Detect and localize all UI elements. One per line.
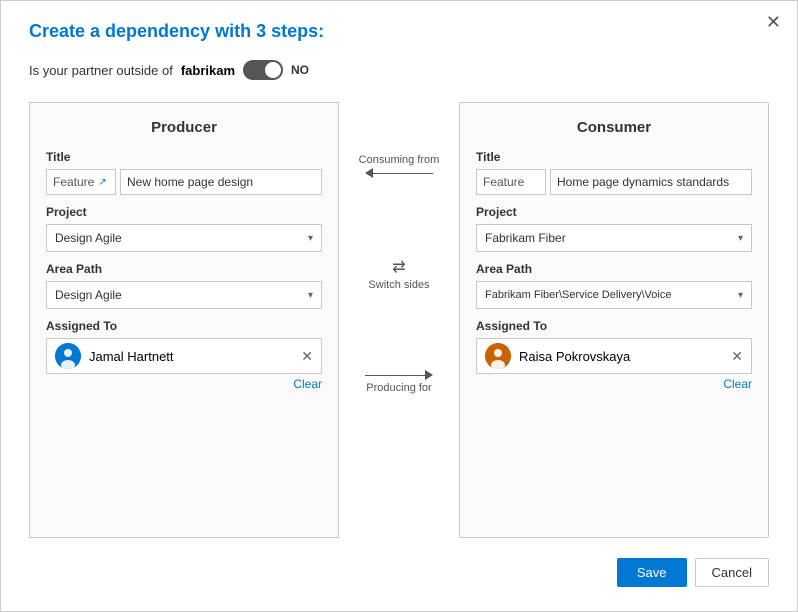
- consumer-title-row: Feature Home page dynamics standards: [476, 169, 752, 195]
- arrow-head-left: [365, 168, 373, 178]
- producer-avatar: [55, 343, 81, 369]
- consuming-from-block: Consuming from: [359, 154, 440, 178]
- producer-title-type-icon: ↗: [98, 177, 106, 188]
- consumer-assigned-box: Raisa Pokrovskaya ✕: [476, 338, 752, 374]
- consumer-area-path-value: Fabrikam Fiber\Service Delivery\Voice: [485, 289, 671, 301]
- consumer-area-path-select[interactable]: Fabrikam Fiber\Service Delivery\Voice ▾: [476, 281, 752, 309]
- outside-partner-toggle[interactable]: [243, 60, 283, 80]
- producer-project-value: Design Agile: [55, 231, 122, 245]
- consumer-project-value: Fabrikam Fiber: [485, 231, 566, 245]
- consumer-title-value[interactable]: Home page dynamics standards: [550, 169, 752, 195]
- producer-assigned-inner: Jamal Hartnett: [55, 343, 174, 369]
- producing-for-label: Producing for: [366, 382, 431, 394]
- producer-title-type[interactable]: Feature ↗: [46, 169, 116, 195]
- arrow-line-producing: [365, 375, 425, 376]
- cancel-button[interactable]: Cancel: [695, 558, 769, 587]
- close-button[interactable]: ✕: [766, 13, 781, 31]
- switch-sides-icon: ⇄: [392, 257, 405, 277]
- producer-clear-link[interactable]: Clear: [293, 377, 322, 391]
- consumer-clear-assigned-button[interactable]: ✕: [731, 348, 743, 365]
- consumer-clear-link[interactable]: Clear: [723, 377, 752, 391]
- partner-label-prefix: Is your partner outside of: [29, 63, 173, 78]
- create-dependency-dialog: ✕ Create a dependency with 3 steps: Is y…: [0, 0, 798, 612]
- arrow-head-right: [425, 370, 433, 380]
- consumer-assigned-name: Raisa Pokrovskaya: [519, 349, 630, 364]
- switch-sides-label: Switch sides: [368, 279, 429, 291]
- middle-area: Consuming from ⇄ Switch sides Producing …: [339, 102, 459, 538]
- partner-row: Is your partner outside of fabrikam NO: [29, 60, 769, 80]
- consumer-project-label: Project: [476, 205, 752, 219]
- producer-panel-title: Producer: [46, 119, 322, 136]
- producer-assigned-box: Jamal Hartnett ✕: [46, 338, 322, 374]
- consuming-from-label: Consuming from: [359, 154, 440, 166]
- producer-title-label: Title: [46, 150, 322, 164]
- save-button[interactable]: Save: [617, 558, 687, 587]
- consuming-arrow: [365, 168, 433, 178]
- consumer-title-label: Title: [476, 150, 752, 164]
- consumer-project-chevron: ▾: [738, 233, 743, 244]
- switch-sides-block[interactable]: ⇄ Switch sides: [368, 257, 429, 291]
- consumer-title-type[interactable]: Feature: [476, 169, 546, 195]
- consumer-project-select[interactable]: Fabrikam Fiber ▾: [476, 224, 752, 252]
- producer-project-select[interactable]: Design Agile ▾: [46, 224, 322, 252]
- arrow-line-consuming: [373, 173, 433, 174]
- toggle-state-label: NO: [291, 63, 309, 77]
- columns-area: Producer Title Feature ↗ New home page d…: [29, 102, 769, 538]
- producer-assigned-label: Assigned To: [46, 319, 322, 333]
- producer-title-value[interactable]: New home page design: [120, 169, 322, 195]
- producer-project-chevron: ▾: [308, 233, 313, 244]
- producer-area-path-label: Area Path: [46, 262, 322, 276]
- producer-panel: Producer Title Feature ↗ New home page d…: [29, 102, 339, 538]
- producer-area-path-chevron: ▾: [308, 290, 313, 301]
- footer: Save Cancel: [29, 558, 769, 587]
- consumer-assigned-label: Assigned To: [476, 319, 752, 333]
- consumer-panel: Consumer Title Feature Home page dynamic…: [459, 102, 769, 538]
- consumer-assigned-inner: Raisa Pokrovskaya: [485, 343, 630, 369]
- producing-arrow: [365, 370, 433, 380]
- producer-area-path-value: Design Agile: [55, 288, 122, 302]
- producer-project-label: Project: [46, 205, 322, 219]
- producing-for-block: Producing for: [365, 370, 433, 394]
- consumer-area-path-label: Area Path: [476, 262, 752, 276]
- consumer-panel-title: Consumer: [476, 119, 752, 136]
- consumer-area-path-chevron: ▾: [738, 290, 743, 301]
- dialog-title: Create a dependency with 3 steps:: [29, 21, 769, 42]
- producer-area-path-select[interactable]: Design Agile ▾: [46, 281, 322, 309]
- producer-title-row: Feature ↗ New home page design: [46, 169, 322, 195]
- producer-clear-assigned-button[interactable]: ✕: [301, 348, 313, 365]
- producer-assigned-name: Jamal Hartnett: [89, 349, 174, 364]
- consumer-avatar: [485, 343, 511, 369]
- partner-org-name: fabrikam: [181, 63, 235, 78]
